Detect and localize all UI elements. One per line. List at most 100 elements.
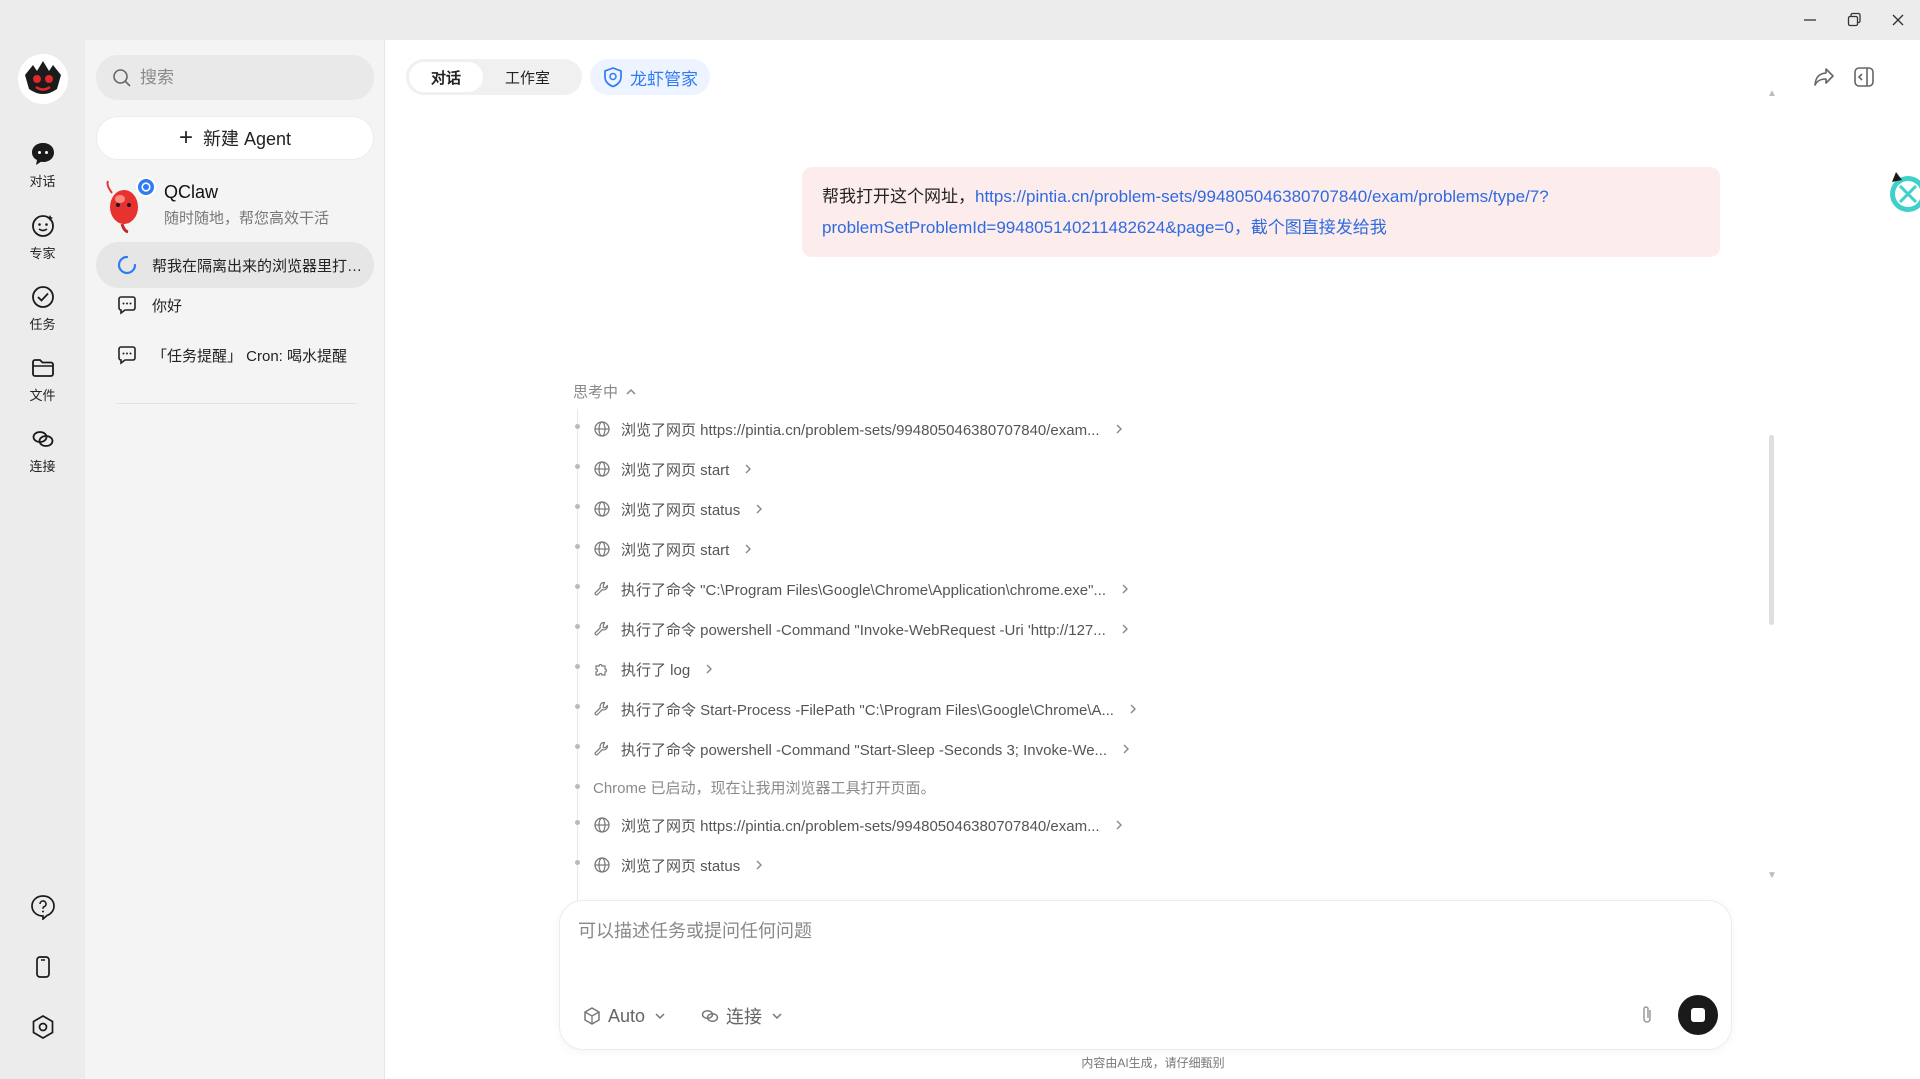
agent-badge [136,177,156,197]
stop-button[interactable] [1678,995,1718,1035]
thinking-step[interactable]: 执行了 log [573,649,1473,689]
thinking-step[interactable]: 浏览了网页 start [573,529,1473,569]
shield-icon [604,67,622,88]
thinking-step[interactable]: 执行了命令 Start-Process -FilePath "C:\Progra… [573,689,1473,729]
step-text: 浏览了网页 status [621,501,741,519]
model-select[interactable]: Auto [582,1001,667,1031]
globe-icon [594,817,610,833]
thinking-steps: 浏览了网页 https://pintia.cn/problem-sets/994… [573,409,1473,909]
close-icon [1892,14,1904,26]
settings-icon [32,1015,53,1039]
thinking-step[interactable]: 浏览了网页 status [573,489,1473,529]
top-actions [1804,62,1884,92]
step-text: 浏览了网页 start [621,461,730,479]
chevron-right-icon [1122,624,1128,634]
search-box[interactable] [96,55,374,100]
thinking-step[interactable]: 浏览了网页 start [573,449,1473,489]
nav-rail: 对话 专家 任务 文件 连接 [0,40,85,1079]
chat-bubble-icon [118,296,136,315]
scroll-down-arrow[interactable]: ▼ [1767,870,1777,881]
globe-icon [594,421,610,437]
rail-item-expert[interactable]: 专家 [0,202,85,272]
settings-button[interactable] [0,1002,85,1052]
app-logo-icon [21,57,65,101]
app-logo[interactable] [18,54,68,104]
minimize-button[interactable] [1788,0,1832,40]
close-button[interactable] [1876,0,1920,40]
title-bar [0,0,1920,40]
chevron-right-icon [1123,744,1130,754]
step-text: 执行了命令 powershell -Command "Start-Sleep -… [621,741,1108,759]
puzzle-icon [595,663,608,676]
rail-item-task[interactable]: 任务 [0,273,85,343]
prompt-input[interactable] [578,917,1708,957]
chevron-right-icon [1116,820,1122,830]
task-icon [31,285,54,308]
step-text: 执行了命令 "C:\Program Files\Google\Chrome\Ap… [621,581,1106,599]
share-icon [1814,68,1834,86]
phone-icon [35,956,50,978]
lobster-manager-chip[interactable]: 龙虾管家 [590,59,710,95]
mascot-icon [1890,172,1920,212]
link-icon [701,1009,719,1023]
chevron-right-icon [1130,704,1136,714]
new-agent-button[interactable]: + 新建 Agent [96,116,374,160]
panel-toggle-icon [1854,67,1874,87]
step-text: Chrome 已启动，现在让我用浏览器工具打开页面。 [593,779,936,797]
chevron-right-icon [745,544,752,554]
connect-label: 连接 [726,1007,762,1027]
toggle-panel-button[interactable] [1844,62,1884,92]
search-input[interactable] [140,67,360,88]
thinking-step[interactable]: 执行了命令 powershell -Command "Invoke-WebReq… [573,609,1473,649]
step-text: 执行了命令 Start-Process -FilePath "C:\Progra… [621,701,1114,719]
help-button[interactable] [0,882,85,932]
cube-icon [584,1007,600,1025]
scroll-up-arrow[interactable]: ▲ [1767,88,1777,99]
chat-bubble-icon [118,346,136,365]
scrollbar[interactable] [1769,435,1774,625]
connect-select[interactable]: 连接 [700,1001,784,1031]
new-agent-label: 新建 Agent [202,129,292,149]
chevron-up-icon [626,388,636,395]
thinking-step[interactable]: 浏览了网页 status [573,845,1473,885]
rail-item-label: 任务 [29,316,56,332]
loading-icon [117,255,137,275]
step-text: 浏览了网页 https://pintia.cn/problem-sets/994… [621,817,1100,835]
wrench-icon [594,741,609,756]
message-suffix: ，截个图直接发给我 [1233,218,1387,237]
step-text: 浏览了网页 status [621,857,741,875]
thinking-step[interactable]: 执行了命令 powershell -Command "Start-Sleep -… [573,729,1473,769]
agent-subtitle: 随时随地，帮您高效干活 [164,210,330,227]
conversation-item[interactable]: 「任务提醒」 Cron: 喝水提醒 [96,332,374,378]
message-prefix: 帮我打开这个网址， [822,187,975,206]
expert-icon [31,214,54,237]
share-button[interactable] [1804,62,1844,92]
agent-card[interactable]: QClaw 随时随地，帮您高效干活 [96,173,374,237]
thinking-note: Chrome 已启动，现在让我用浏览器工具打开页面。 [573,769,1473,805]
restore-button[interactable] [1832,0,1876,40]
thinking-step[interactable]: 浏览了网页 https://pintia.cn/problem-sets/994… [573,805,1473,845]
stop-icon [1691,1008,1705,1022]
user-message: 帮我打开这个网址，https://pintia.cn/problem-sets/… [802,167,1720,257]
globe-icon [594,857,610,873]
rail-item-chat[interactable]: 对话 [0,130,85,200]
thinking-toggle[interactable]: 思考中 [573,381,638,402]
composer: Auto 连接 [559,900,1732,1050]
rail-item-files[interactable]: 文件 [0,344,85,414]
plus-icon: + [178,124,193,151]
floating-assistant[interactable] [1876,160,1920,220]
phone-button[interactable] [0,942,85,992]
thinking-step[interactable]: 执行了命令 "C:\Program Files\Google\Chrome\Ap… [573,569,1473,609]
conversation-item[interactable]: 你好 [96,282,374,328]
conversation-label: 你好 [152,297,183,315]
thinking-step[interactable]: 浏览了网页 https://pintia.cn/problem-sets/994… [573,409,1473,449]
wrench-icon [594,701,609,716]
chevron-right-icon [745,464,752,474]
conversation-label: 「任务提醒」 Cron: 喝水提醒 [152,347,348,365]
step-text: 浏览了网页 https://pintia.cn/problem-sets/994… [621,421,1100,439]
agent-name: QClaw [164,182,219,202]
tab-studio[interactable]: 工作室 [483,62,572,92]
paperclip-icon[interactable] [1635,1003,1659,1027]
rail-item-connect[interactable]: 连接 [0,415,85,485]
tab-chat[interactable]: 对话 [409,62,484,92]
